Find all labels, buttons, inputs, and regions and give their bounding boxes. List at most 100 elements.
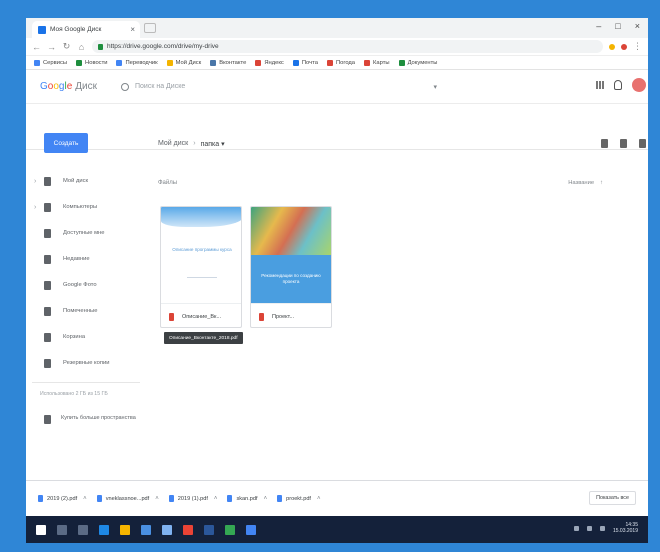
download-name: 2019 (2).pdf [47,495,78,502]
pdf-icon [259,312,264,321]
app-icon[interactable] [246,524,256,535]
storage-icon [44,415,51,424]
download-name: skan.pdf [236,495,258,502]
breadcrumb-root[interactable]: Мой диск [158,140,188,148]
network-icon[interactable] [573,525,579,531]
search-box[interactable]: Поиск на Диске ▾ [113,77,443,97]
bookmark-item[interactable]: Мой Диск [166,59,201,66]
download-options-icon[interactable]: ˄ [317,496,321,502]
sidebar-item[interactable]: › Мой диск [26,168,146,194]
expand-chevron-icon[interactable]: › [34,178,36,185]
sidebar-item-backups[interactable]: Резервные копии [26,350,146,376]
download-options-icon[interactable]: ˄ [83,496,87,502]
bookmark-item[interactable]: Вконтакте [210,59,246,66]
extension-icon[interactable] [621,43,627,50]
new-button[interactable]: Создать [44,133,88,153]
tab-close-icon[interactable]: × [130,25,140,34]
window-controls: – □ × [596,21,640,31]
thumbnail-title: Описание программы курса [172,247,232,252]
edge-icon[interactable] [99,524,109,535]
bookmark-icon [166,59,173,66]
storage-usage: Использовано 2 ГБ из 15 ГБ [40,391,108,397]
sort-label: Название [568,180,595,186]
download-item[interactable]: 2019 (2).pdf ˄ [38,495,87,502]
logo-letter: G [40,81,48,92]
notifications-icon[interactable] [614,80,622,90]
show-all-downloads-button[interactable]: Показать все [589,491,636,505]
download-options-icon[interactable]: ˄ [214,496,218,502]
search-placeholder: Поиск на Диске [135,83,186,90]
file-icon [168,495,174,502]
bookmark-item[interactable]: Новости [76,59,107,66]
download-options-icon[interactable]: ˄ [264,496,268,502]
sidebar-item[interactable]: Доступные мне [26,220,146,246]
breadcrumb-current[interactable]: папка ▾ [201,140,225,148]
bookmark-item[interactable]: Документы [398,59,437,66]
maximize-button[interactable]: □ [615,21,620,31]
bookmark-label: Яндекс [264,59,284,66]
bookmark-item[interactable]: Сервисы [34,59,67,66]
bookmark-item[interactable]: Почта [292,59,318,66]
thumbnail-line [187,277,217,278]
volume-icon[interactable] [586,525,592,531]
backup-icon [44,358,51,368]
photos-icon[interactable] [225,524,235,535]
sort-control[interactable]: Название ↑ [568,180,603,186]
sidebar-item[interactable]: Помеченные [26,298,146,324]
settings-icon[interactable] [639,139,646,148]
file-card[interactable]: Описание программы курса Описание_Вк... [160,206,242,328]
avatar[interactable] [632,78,646,92]
browser-tab[interactable]: Моя Google Диск × [32,21,140,38]
back-icon[interactable]: ← [32,42,41,52]
sidebar-item[interactable]: Google Фото [26,272,146,298]
bookmark-item[interactable]: Яндекс [255,59,284,66]
explorer-icon[interactable] [120,524,130,535]
download-item[interactable]: skan.pdf ˄ [227,495,267,502]
expand-chevron-icon[interactable]: › [34,204,36,211]
omnibox[interactable]: https://drive.google.com/drive/my-drive [92,40,603,53]
sidebar-item[interactable]: › Компьютеры [26,194,146,220]
search-icon[interactable] [57,524,67,535]
home-icon[interactable]: ⌂ [77,42,86,52]
computer-icon [44,202,51,212]
bookmarks-bar: Сервисы Новости Переводчик Мой Диск Вконтакт… [26,56,648,70]
start-icon[interactable] [36,524,46,535]
sidebar-item-label: Компьютеры [63,204,98,210]
task-view-icon[interactable] [78,524,88,535]
store-icon[interactable] [141,524,151,535]
apps-grid-icon[interactable] [596,81,604,89]
menu-icon[interactable]: ⋮ [633,41,642,52]
list-view-icon[interactable] [601,139,608,148]
search-options-icon[interactable]: ▾ [433,83,437,91]
language-icon[interactable] [599,525,605,531]
forward-icon[interactable]: → [47,42,56,52]
download-name: 2019 (1).pdf [177,495,208,502]
sidebar-item[interactable]: Недавние [26,246,146,272]
minimize-button[interactable]: – [596,21,601,31]
sidebar-item[interactable]: Корзина [26,324,146,350]
chrome-icon[interactable] [183,524,193,535]
file-area: Файлы Название ↑ Описание программы курс… [150,150,648,480]
sidebar-item-label: Мой диск [63,178,89,184]
download-item[interactable]: proekt.pdf ˄ [277,495,321,502]
new-tab-button[interactable] [144,23,156,33]
bookmark-item[interactable]: Погода [326,59,355,66]
bookmark-item[interactable]: Карты [364,59,390,66]
reload-icon[interactable]: ↻ [62,41,71,52]
word-icon[interactable] [204,524,214,535]
download-item[interactable]: vneklassnoe...pdf ˄ [96,495,159,502]
info-icon[interactable] [620,139,627,148]
download-options-icon[interactable]: ˄ [155,496,159,502]
clock[interactable]: 14:35 15.03.2019 [613,522,638,534]
mail-icon[interactable] [162,524,172,535]
close-window-button[interactable]: × [635,21,640,31]
section-label: Файлы [158,180,178,186]
clock-date: 15.03.2019 [612,528,638,534]
file-card[interactable]: Рекомендации по созданию проекта Проект.… [250,206,332,328]
extension-icon[interactable] [609,43,615,50]
download-item[interactable]: 2019 (1).pdf ˄ [168,495,218,502]
google-drive-logo[interactable]: Google Диск [40,81,97,92]
drive-toolbar: Создать Мой диск › папка ▾ [26,104,648,153]
buy-storage-link[interactable]: Купить больше пространства [26,415,146,424]
bookmark-item[interactable]: Переводчик [116,59,158,66]
